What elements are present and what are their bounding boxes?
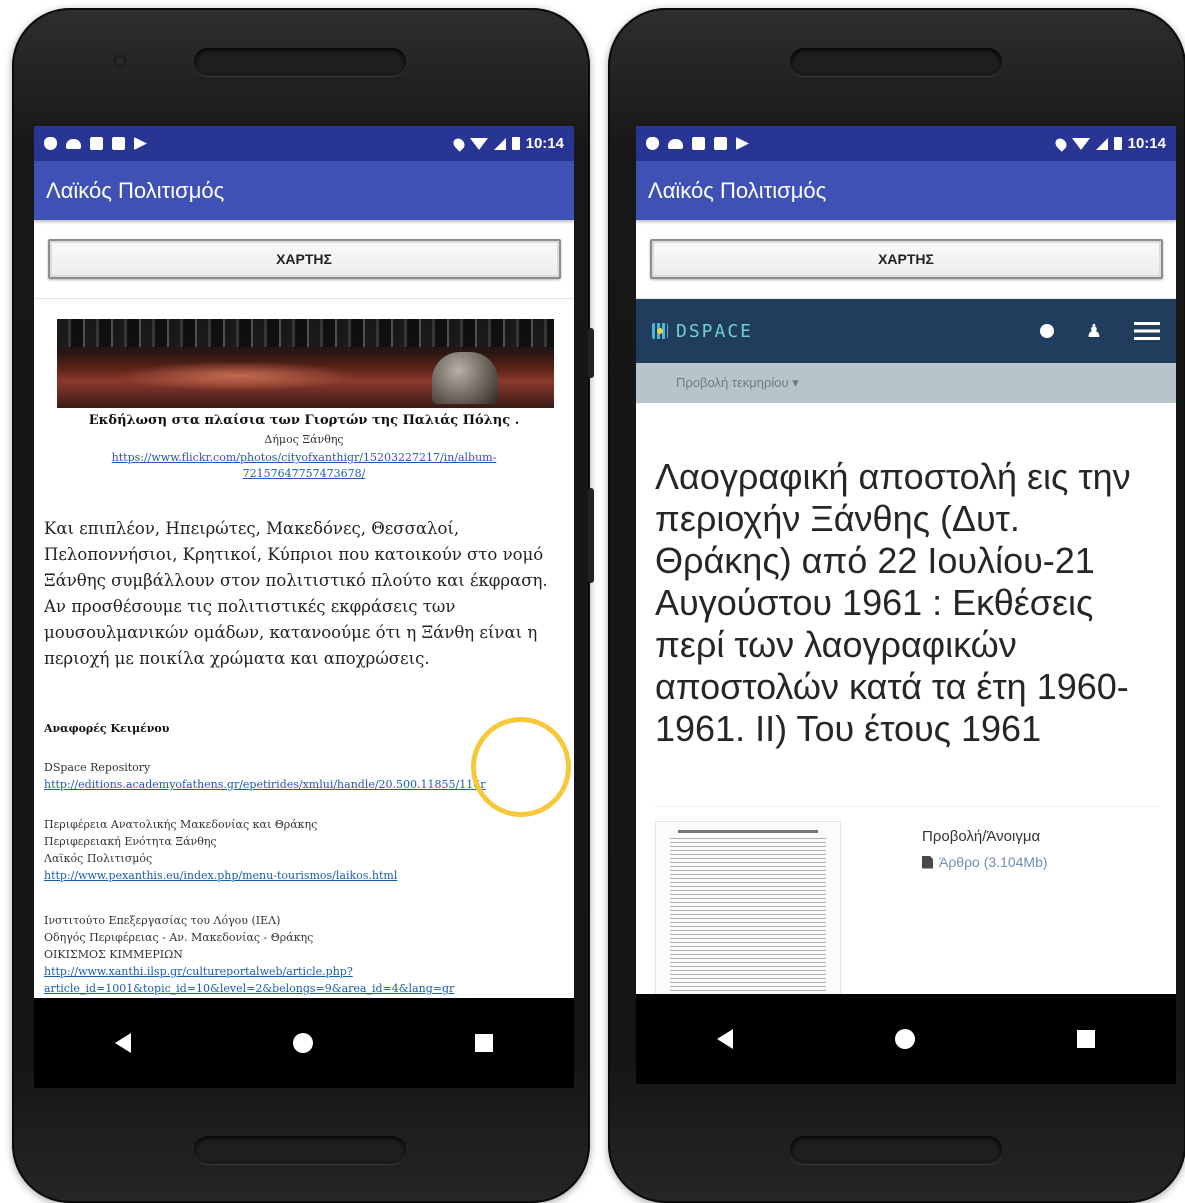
article-body: Και επιπλέον, Ηπειρώτες, Μακεδόνες, Θεσσ… <box>44 519 548 668</box>
app-bar: Λαϊκός Πολιτισμός <box>34 161 574 220</box>
map-button[interactable]: ΧΑΡΤΗΣ <box>649 239 1163 279</box>
recent-apps-icon[interactable] <box>1077 1030 1095 1048</box>
photo-caption-title: Εκδήλωση στα πλαίσια των Γιορτών της Παλ… <box>88 413 520 428</box>
battery-icon <box>511 137 520 150</box>
app-bar: Λαϊκός Πολιτισμός <box>636 161 1176 220</box>
wifi-icon <box>1071 137 1090 150</box>
reference-link[interactable]: http://www.pexanthis.eu/index.php/menu-t… <box>44 867 569 884</box>
photo-caption-author: Δήμος Ξάνθης <box>264 433 344 446</box>
file-icon <box>922 855 933 869</box>
shield-icon <box>44 137 57 150</box>
play-store-icon <box>134 137 147 150</box>
event-photo <box>57 319 554 408</box>
location-icon <box>450 135 467 152</box>
bottom-speaker <box>194 1136 406 1164</box>
item-view-label: Προβολή τεκμηρίου ▾ <box>676 375 799 390</box>
status-bar: 10:14 <box>34 126 574 161</box>
cloud-icon <box>66 138 81 149</box>
view-open-heading: Προβολή/Άνοιγμα <box>922 828 1041 845</box>
notification-icons <box>44 137 147 150</box>
system-icons: 10:14 <box>450 135 564 152</box>
reference-line: Οδηγός Περιφέρειας - Αν. Μακεδονίας - Θρ… <box>44 931 314 944</box>
location-icon <box>1052 135 1069 152</box>
divider <box>655 806 1160 807</box>
references-heading: Αναφορές Κειμένου <box>44 722 170 735</box>
globe-icon[interactable] <box>1039 324 1054 338</box>
item-title: Λαογραφική αποστολή εις την περιοχήν Ξάν… <box>655 456 1131 749</box>
highlight-circle <box>471 717 571 817</box>
top-speaker <box>790 48 1002 76</box>
back-icon[interactable] <box>717 1029 733 1049</box>
reference-line: Ινστιτούτο Επεξεργασίας του Λόγου (ΙΕΛ) <box>44 914 281 927</box>
battery-icon <box>1113 137 1122 150</box>
status-bar: 10:14 <box>636 126 1176 161</box>
document-thumbnail[interactable] <box>655 821 841 1008</box>
image-icon <box>714 137 727 150</box>
dspace-logo-icon <box>652 323 668 339</box>
user-icon[interactable]: ♟ <box>1086 321 1102 342</box>
cloud-icon <box>668 138 683 149</box>
play-store-icon <box>736 137 749 150</box>
photo-source-link[interactable]: https://www.flickr.com/photos/cityofxant… <box>74 450 534 482</box>
app-title: Λαϊκός Πολιτισμός <box>46 177 225 203</box>
signal-icon <box>1095 137 1108 150</box>
dspace-header: DSPACE ♟ <box>636 299 1176 363</box>
map-button-container: ΧΑΡΤΗΣ <box>34 220 574 299</box>
home-icon[interactable] <box>895 1029 915 1049</box>
screen-right: 10:14 Λαϊκός Πολιτισμός ΧΑΡΤΗΣ DSPACE ♟ … <box>636 126 1176 1084</box>
clock: 10:14 <box>525 135 564 152</box>
dspace-logo-text: DSPACE <box>676 320 754 342</box>
screen-left: 10:14 Λαϊκός Πολιτισμός ΧΑΡΤΗΣ Εκδήλωση … <box>34 126 574 1088</box>
dspace-logo[interactable]: DSPACE <box>652 321 753 342</box>
reference-line: Περιφερειακή Ενότητα Ξάνθης <box>44 835 217 848</box>
reference-line: Λαϊκός Πολιτισμός <box>44 852 153 865</box>
reference-region: Περιφέρεια Ανατολικής Μακεδονίας και Θρά… <box>44 816 569 884</box>
reference-link[interactable]: http://www.xanthi.ilsp.gr/cultureportalw… <box>44 963 569 980</box>
camera-icon <box>114 55 126 67</box>
bottom-speaker <box>790 1136 1002 1164</box>
hamburger-menu-icon[interactable] <box>1134 322 1160 340</box>
back-icon[interactable] <box>115 1033 131 1053</box>
reference-link-continued[interactable]: article_id=1001&topic_id=10&level=2&belo… <box>44 980 569 997</box>
reference-iel: Ινστιτούτο Επεξεργασίας του Λόγου (ΙΕΛ) … <box>44 912 569 997</box>
map-button-container: ΧΑΡΤΗΣ <box>636 220 1176 299</box>
volume-button <box>588 328 594 378</box>
sd-card-icon <box>90 137 103 150</box>
navigation-bar <box>34 998 574 1088</box>
item-view-dropdown[interactable]: Προβολή τεκμηρίου ▾ <box>636 363 1176 403</box>
navigation-bar <box>636 994 1176 1084</box>
notification-icons <box>646 137 749 150</box>
wifi-icon <box>469 137 488 150</box>
sd-card-icon <box>692 137 705 150</box>
shield-icon <box>646 137 659 150</box>
system-icons: 10:14 <box>1052 135 1166 152</box>
top-speaker <box>194 48 406 76</box>
signal-icon <box>493 137 506 150</box>
phone-right: 10:14 Λαϊκός Πολιτισμός ΧΑΡΤΗΣ DSPACE ♟ … <box>608 8 1185 1203</box>
file-link[interactable]: Άρθρο (3.104Mb) <box>922 854 1048 870</box>
home-icon[interactable] <box>293 1033 313 1053</box>
file-link-label: Άρθρο (3.104Mb) <box>939 854 1048 870</box>
phone-left: 10:14 Λαϊκός Πολιτισμός ΧΑΡΤΗΣ Εκδήλωση … <box>12 8 594 1203</box>
power-button <box>588 488 594 583</box>
recent-apps-icon[interactable] <box>475 1034 493 1052</box>
reference-line: ΟΙΚΙΣΜΟΣ ΚΙΜΜΕΡΙΩΝ <box>44 948 183 961</box>
app-title: Λαϊκός Πολιτισμός <box>648 177 827 203</box>
clock: 10:14 <box>1127 135 1166 152</box>
image-icon <box>112 137 125 150</box>
map-button[interactable]: ΧΑΡΤΗΣ <box>47 239 561 279</box>
dspace-header-actions: ♟ <box>1039 321 1160 342</box>
reference-line: Περιφέρεια Ανατολικής Μακεδονίας και Θρά… <box>44 818 318 831</box>
